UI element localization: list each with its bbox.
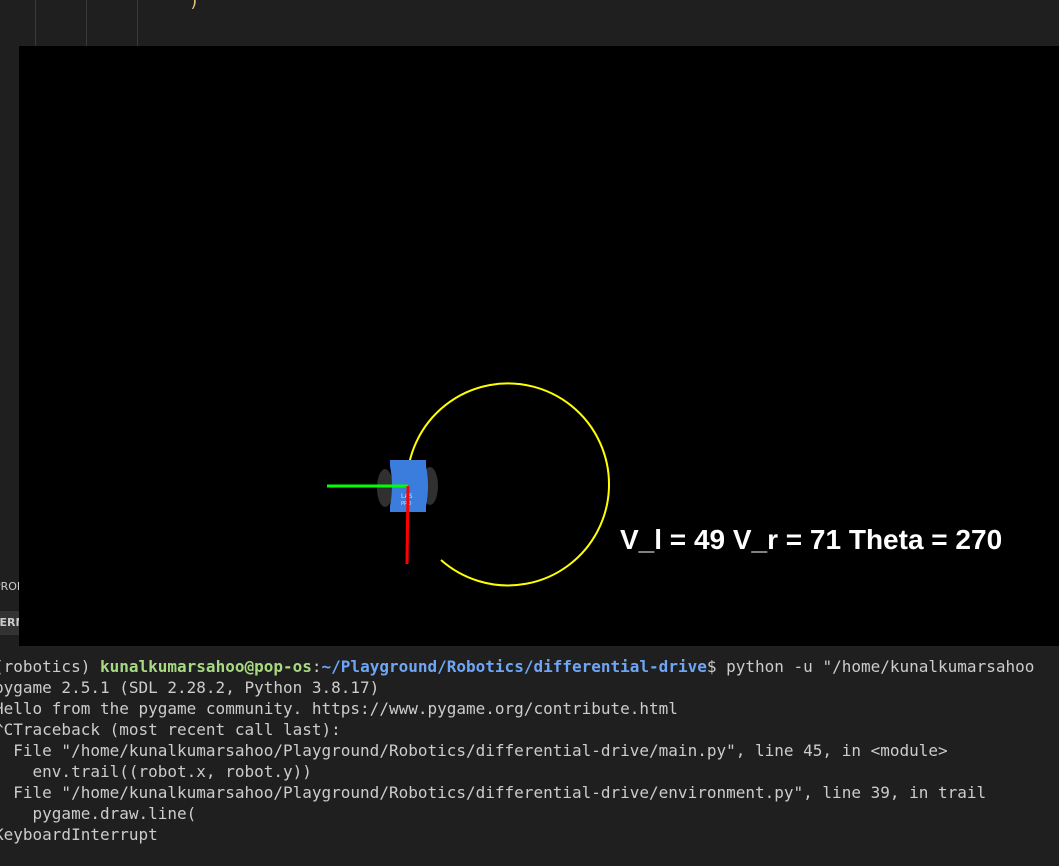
prompt-env: (robotics) <box>0 657 100 676</box>
terminal-line: File "/home/kunalkumarsahoo/Playground/R… <box>0 741 948 760</box>
velocity-readout: V_l = 49 V_r = 71 Theta = 270 <box>620 524 1003 555</box>
prompt-command: $ python -u "/home/kunalkumarsahoo <box>706 657 1035 676</box>
terminal-line: KeyboardInterrupt <box>0 825 158 844</box>
terminal-line: ^CTraceback (most recent call last): <box>0 720 341 739</box>
terminal-panel[interactable]: (robotics) kunalkumarsahoo@pop-os:~/Play… <box>0 656 1059 866</box>
pygame-window[interactable]: LAS PRO V_l = 49 V_r = 71 Theta = 270 <box>19 46 1059 646</box>
indent-guide <box>86 0 87 46</box>
tab-terminal-label: TERMINAL <box>0 616 20 629</box>
indent-guide <box>35 0 36 46</box>
terminal-line: File "/home/kunalkumarsahoo/Playground/R… <box>0 783 987 802</box>
y-axis-line <box>405 485 410 565</box>
tab-problems[interactable]: PROBLEMS <box>0 580 20 593</box>
code-text: ) <box>189 0 200 12</box>
indent-guide <box>137 0 138 46</box>
terminal-line: env.trail((robot.x, robot.y)) <box>0 762 312 781</box>
desktop: ) PROBLEMS TERMINAL LAS PRO V_l = 49 V_r… <box>0 0 1059 866</box>
terminal-prompt-line: (robotics) kunalkumarsahoo@pop-os:~/Play… <box>0 656 1059 677</box>
left-wheel <box>377 469 393 507</box>
terminal-line: Hello from the pygame community. https:/… <box>0 699 678 718</box>
terminal-line: pygame 2.5.1 (SDL 2.28.2, Python 3.8.17) <box>0 678 380 697</box>
tab-problems-label: PROBLEMS <box>0 580 20 593</box>
tab-terminal[interactable]: TERMINAL <box>0 611 20 635</box>
prompt-separator: : <box>311 657 322 676</box>
simulation-canvas: LAS PRO <box>327 382 610 587</box>
prompt-user: kunalkumarsahoo@pop-os <box>99 657 312 676</box>
prompt-path: ~/Playground/Robotics/differential-drive <box>321 657 707 676</box>
terminal-line: pygame.draw.line( <box>0 804 197 823</box>
code-editor[interactable]: ) <box>0 0 1059 46</box>
